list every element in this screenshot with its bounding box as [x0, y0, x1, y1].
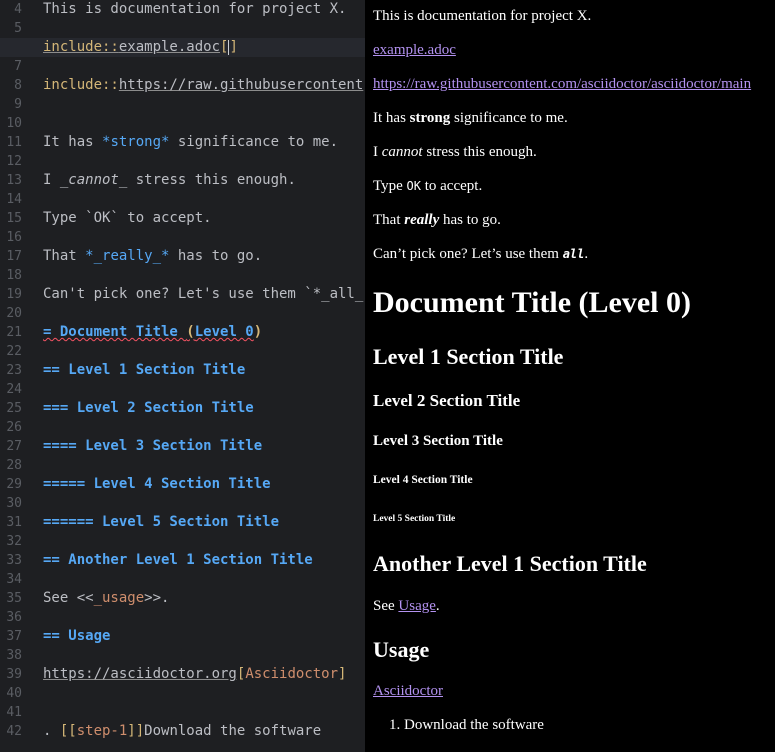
preview-heading-level-3: Level 3 Section Title — [373, 433, 503, 449]
editor-line[interactable]: . [[step-1]]Download the software — [0, 722, 365, 741]
line-number[interactable]: 5 — [0, 19, 36, 38]
preview-pane: This is documentation for project X. exa… — [365, 0, 775, 752]
line-number[interactable]: 7 — [0, 57, 36, 76]
line-number[interactable]: 14 — [0, 190, 36, 209]
include-target-link[interactable]: example.adoc — [119, 39, 220, 55]
preview-link-example-adoc[interactable]: example.adoc — [373, 42, 456, 59]
line-number-label: 28 — [6, 458, 22, 473]
line-number-label: 18 — [6, 268, 22, 283]
line-number-label: 22 — [6, 344, 22, 359]
line-number-label: 14 — [6, 192, 22, 207]
line-number-label: 34 — [6, 572, 22, 587]
line-number[interactable]: 41 — [0, 703, 36, 722]
line-number-label: 20 — [6, 306, 22, 321]
preview-heading-level-2: Level 2 Section Title — [373, 391, 521, 410]
editor-line[interactable]: ===== Level 4 Section Title — [0, 475, 365, 494]
editor-line[interactable]: == Usage — [0, 627, 365, 646]
line-number-label: 38 — [6, 648, 22, 663]
editor-line[interactable]: === Level 2 Section Title — [0, 399, 365, 418]
line-number[interactable]: 20 — [0, 304, 36, 323]
editor-line[interactable]: See <<_usage>>. — [0, 589, 365, 608]
line-number[interactable]: 36 — [0, 608, 36, 627]
editor-line[interactable]: == Another Level 1 Section Title — [0, 551, 365, 570]
editor-line[interactable]: include::https://raw.githubusercontent — [0, 76, 365, 95]
line-number-label: 24 — [6, 382, 22, 397]
line-number[interactable]: 28 — [0, 456, 36, 475]
include-url-link[interactable]: https://raw.githubusercontent — [119, 77, 363, 93]
line-number-label: 26 — [6, 420, 22, 435]
line-number[interactable]: 16 — [0, 228, 36, 247]
line-number-label: 10 — [6, 116, 22, 131]
preview-heading-level-1: Level 1 Section Title — [373, 344, 564, 369]
preview-heading-level-5: Level 5 Section Title — [373, 514, 456, 524]
preview-list-item: 1. Download the software — [389, 717, 544, 733]
editor-line[interactable]: It has *strong* significance to me. — [0, 133, 365, 152]
editor-line[interactable]: = Document Title (Level 0) — [0, 323, 365, 342]
line-number[interactable]: 24 — [0, 380, 36, 399]
url-link[interactable]: https://asciidoctor.org — [43, 666, 237, 682]
line-number[interactable]: 40 — [0, 684, 36, 703]
line-number-label: 40 — [6, 686, 22, 701]
line-number[interactable]: 26 — [0, 418, 36, 437]
line-number-label: 12 — [6, 154, 22, 169]
line-number-label: 32 — [6, 534, 22, 549]
line-number-label: 41 — [6, 705, 22, 720]
preview-paragraph: It has strong significance to me. — [373, 110, 568, 126]
line-number-label: 36 — [6, 610, 22, 625]
line-number-label: 5 — [14, 21, 22, 36]
editor-line[interactable]: ====== Level 5 Section Title — [0, 513, 365, 532]
line-number[interactable]: 30 — [0, 494, 36, 513]
preview-link-usage[interactable]: Usage — [398, 598, 436, 614]
preview-link-asciidoctor[interactable]: Asciidoctor — [373, 683, 443, 700]
line-number[interactable]: 32 — [0, 532, 36, 551]
line-number[interactable]: 18 — [0, 266, 36, 285]
editor-line[interactable]: That *_really_* has to go. — [0, 247, 365, 266]
line-number-label: 9 — [14, 97, 22, 112]
editor-line[interactable]: ==== Level 3 Section Title — [0, 437, 365, 456]
preview-paragraph: Can’t pick one? Let’s use them all. — [373, 246, 589, 262]
preview-heading-level-4: Level 4 Section Title — [373, 474, 473, 486]
preview-paragraph: That really has to go. — [373, 212, 501, 228]
line-number[interactable]: 10 — [0, 114, 36, 133]
preview-paragraph: I cannot stress this enough. — [373, 144, 537, 160]
editor-line[interactable]: I _cannot_ stress this enough. — [0, 171, 365, 190]
preview-heading-usage: Usage — [373, 637, 430, 662]
code-editor[interactable]: 4567891011121314151617181920212223242526… — [0, 0, 365, 752]
editor-line[interactable]: Type `OK` to accept. — [0, 209, 365, 228]
editor-line[interactable]: Can't pick one? Let's use them `*_all_ — [0, 285, 365, 304]
preview-link-raw-github[interactable]: https://raw.githubusercontent.com/asciid… — [373, 76, 751, 93]
editor-line-current[interactable]: include::example.adoc[] — [0, 38, 365, 57]
editor-line[interactable]: This is documentation for project X. — [0, 0, 365, 19]
preview-paragraph: This is documentation for project X. — [373, 8, 592, 24]
line-number[interactable]: 12 — [0, 152, 36, 171]
preview-heading-another-level-1: Another Level 1 Section Title — [373, 551, 647, 576]
line-number[interactable]: 22 — [0, 342, 36, 361]
editor-line[interactable]: https://asciidoctor.org[Asciidoctor] — [0, 665, 365, 684]
line-number[interactable]: 34 — [0, 570, 36, 589]
line-number[interactable]: 38 — [0, 646, 36, 665]
preview-paragraph: Type OK to accept. — [373, 178, 483, 194]
preview-paragraph: See Usage. — [373, 598, 440, 614]
line-number[interactable]: 9 — [0, 95, 36, 114]
line-number-label: 30 — [6, 496, 22, 511]
line-number-label: 7 — [14, 59, 22, 74]
editor-line[interactable]: == Level 1 Section Title — [0, 361, 365, 380]
preview-heading-level-0: Document Title (Level 0) — [373, 286, 692, 319]
line-number-label: 16 — [6, 230, 22, 245]
